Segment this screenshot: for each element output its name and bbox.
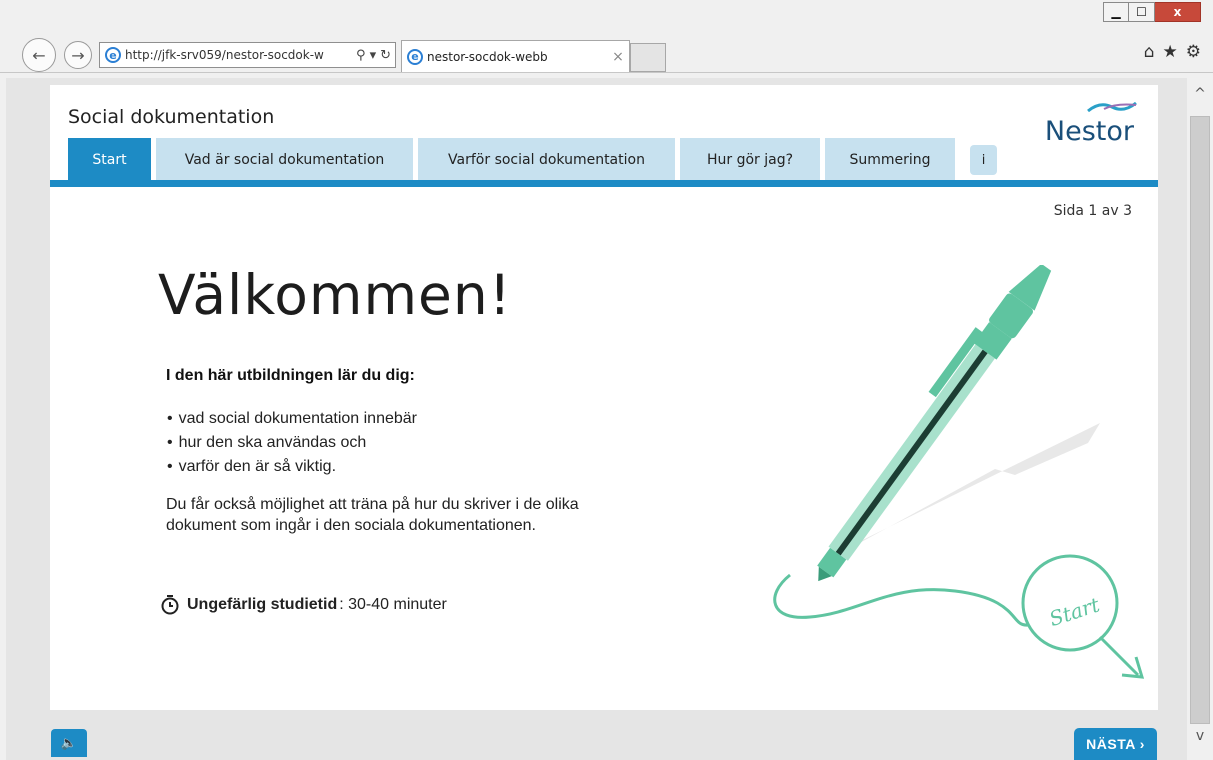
new-tab-button[interactable] bbox=[630, 43, 666, 72]
logo-text: Nestor bbox=[1044, 116, 1134, 147]
scroll-thumb[interactable] bbox=[1190, 116, 1210, 724]
list-item: hur den ska användas och bbox=[167, 431, 417, 455]
ie-icon: e bbox=[407, 48, 423, 65]
tab-hur-gor-jag[interactable]: Hur gör jag? bbox=[680, 138, 820, 180]
dropdown-icon[interactable]: ▾ bbox=[370, 48, 377, 63]
home-icon[interactable]: ⌂ bbox=[1144, 42, 1155, 62]
logo-wave-icon bbox=[1087, 101, 1137, 113]
tab-underline bbox=[50, 180, 1158, 187]
tab-varfor-social-dokumentation[interactable]: Varför social dokumentation bbox=[418, 138, 675, 180]
close-window-button[interactable]: x bbox=[1155, 2, 1201, 22]
scroll-up-icon[interactable]: ^ bbox=[1187, 80, 1213, 108]
tab-start[interactable]: Start bbox=[68, 138, 151, 180]
favorites-star-icon[interactable]: ★ bbox=[1163, 42, 1178, 62]
study-time-label: Ungefärlig studietid bbox=[187, 596, 338, 613]
address-url[interactable]: http://jfk-srv059/nestor-socdok-w bbox=[125, 48, 352, 62]
content-page: Social dokumentation Nestor Start Vad är… bbox=[50, 85, 1158, 710]
forward-button[interactable]: → bbox=[64, 41, 92, 69]
start-script-text: Start bbox=[1046, 592, 1103, 631]
pen-illustration: Start bbox=[773, 265, 1145, 679]
tab-info[interactable]: i bbox=[970, 145, 997, 175]
learning-goals-list: vad social dokumentation innebär hur den… bbox=[167, 407, 417, 479]
study-time-value: : 30-40 minuter bbox=[339, 596, 447, 613]
nestor-logo: Nestor bbox=[1042, 99, 1146, 149]
address-bar[interactable]: e http://jfk-srv059/nestor-socdok-w ⚲ ▾ … bbox=[99, 42, 396, 68]
next-button[interactable]: NÄSTA › bbox=[1074, 728, 1157, 760]
ie-icon: e bbox=[105, 47, 121, 63]
close-tab-icon[interactable]: × bbox=[607, 49, 629, 65]
back-button[interactable]: ← bbox=[22, 38, 56, 72]
window-controls: ▁ ☐ x bbox=[1103, 2, 1201, 22]
browser-chrome: ▁ ☐ x ← → e http://jfk-srv059/nestor-soc… bbox=[0, 0, 1213, 78]
intro-heading: I den här utbildningen lär du dig: bbox=[166, 367, 415, 384]
settings-gear-icon[interactable]: ⚙ bbox=[1186, 42, 1201, 62]
tab-vad-ar-social-dokumentation[interactable]: Vad är social dokumentation bbox=[156, 138, 413, 180]
maximize-button[interactable]: ☐ bbox=[1129, 2, 1155, 22]
scroll-down-icon[interactable]: v bbox=[1187, 722, 1213, 750]
arrow-left-icon: ← bbox=[32, 45, 46, 65]
browser-tab[interactable]: e nestor-socdok-webb × bbox=[401, 40, 630, 72]
stopwatch-icon bbox=[161, 595, 179, 615]
welcome-heading: Välkommen! bbox=[158, 263, 512, 327]
browser-tab-title: nestor-socdok-webb bbox=[427, 49, 548, 64]
study-time: Ungefärlig studietid : 30-40 minuter bbox=[161, 595, 447, 615]
vertical-scrollbar[interactable]: ^ v bbox=[1187, 78, 1213, 760]
list-item: vad social dokumentation innebär bbox=[167, 407, 417, 431]
tab-summering[interactable]: Summering bbox=[825, 138, 955, 180]
refresh-icon[interactable]: ↻ bbox=[380, 48, 391, 63]
arrow-right-icon: → bbox=[71, 45, 85, 65]
page-title: Social dokumentation bbox=[68, 106, 275, 128]
description-text: Du får också möjlighet att träna på hur … bbox=[166, 496, 579, 534]
list-item: varför den är så viktig. bbox=[167, 455, 417, 479]
speaker-icon: 🔈 bbox=[60, 735, 78, 751]
minimize-button[interactable]: ▁ bbox=[1103, 2, 1129, 22]
page-indicator: Sida 1 av 3 bbox=[1053, 203, 1132, 219]
search-icon[interactable]: ⚲ bbox=[356, 48, 366, 63]
sound-button[interactable]: 🔈 bbox=[51, 729, 87, 757]
browser-viewport: Social dokumentation Nestor Start Vad är… bbox=[6, 78, 1187, 760]
browser-tools: ⌂ ★ ⚙ bbox=[1144, 42, 1201, 62]
